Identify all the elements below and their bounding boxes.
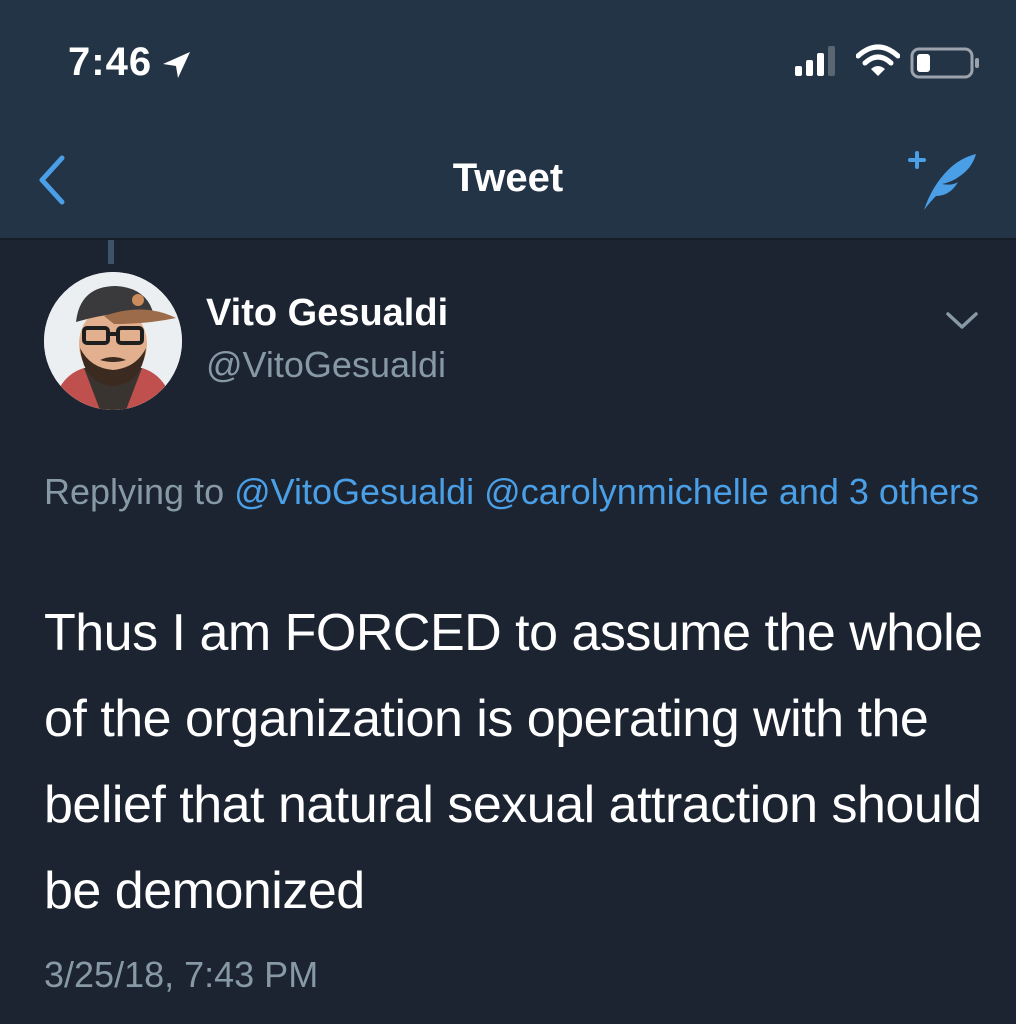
display-name[interactable]: Vito Gesualdi [206,292,448,335]
avatar-image [44,272,182,410]
tweet-timestamp: 3/25/18, 7:43 PM [44,954,319,995]
signal-icon [795,46,835,76]
avatar[interactable] [44,272,182,410]
chevron-down-icon[interactable] [940,300,984,340]
replying-prefix: Replying to [44,471,225,512]
tweet-screen: 7:46 Tweet Vito Gesualdi @VitoGesualdi R… [0,0,1016,1024]
status-bar: 7:46 [0,0,1016,120]
mention-link[interactable]: @VitoGesualdi [234,471,474,512]
battery-icon [910,47,979,79]
replying-to: Replying to @VitoGesualdi @carolynmichel… [44,464,984,520]
thread-connector [108,240,114,264]
wifi-icon [856,44,900,76]
nav-title: Tweet [452,156,564,200]
tweet-text: Thus I am FORCED to assume the whole of … [44,604,983,920]
mention-link[interactable]: @carolynmichelle [484,471,769,512]
user-handle[interactable]: @VitoGesualdi [206,344,446,386]
compose-feather-icon[interactable] [902,146,980,216]
nav-bar: Tweet [0,120,1016,240]
status-time: 7:46 [68,40,153,84]
location-arrow-icon [163,52,190,78]
others-link[interactable]: and 3 others [779,471,979,512]
